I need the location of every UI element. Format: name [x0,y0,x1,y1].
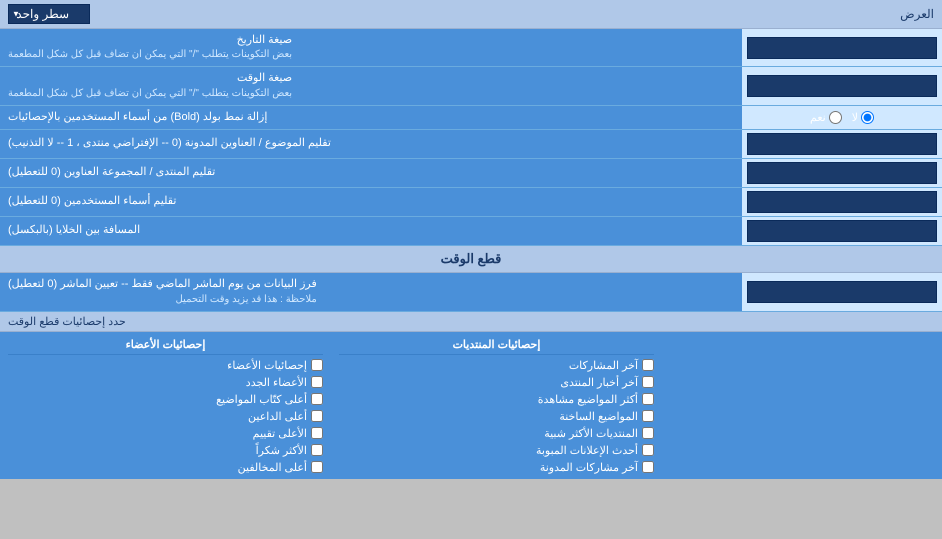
forum-order-input-cell: 33 [742,159,942,187]
stats-item: الأعلى تقييم [8,425,323,442]
cutoff-input[interactable]: 0 [747,281,937,303]
cutoff-input-cell: 0 [742,273,942,310]
topic-order-label: تقليم الموضوع / العناوين المدونة (0 -- ا… [0,130,742,158]
stat-cb-most-viewed[interactable] [642,393,654,405]
forum-order-label: تقليم المنتدى / المجموعة العناوين (0 للت… [0,159,742,187]
stats-columns: إحصائيات المنتديات آخر المشاركات آخر أخب… [0,332,942,479]
date-format-row: d-m صيغة التاريخ بعض التكوينات يتطلب "/"… [0,29,942,67]
stat-cb-member-stats[interactable] [311,359,323,371]
stats-item: آخر المشاركات [339,357,654,374]
bold-remove-input-cell: لا نعم [742,106,942,129]
stat-label-top-violators: أعلى المخالفين [238,461,307,474]
time-format-label: صيغة الوقت بعض التكوينات يتطلب "/" التي … [0,67,742,104]
stats-item: أكثر المواضيع مشاهدة [339,391,654,408]
cell-spacing-row: 2 المسافة بين الخلايا (بالبكسل) [0,217,942,246]
stat-cb-new-members[interactable] [311,376,323,388]
stat-label-blog-posts: آخر مشاركات المدونة [540,461,638,474]
stat-label-member-stats: إحصائيات الأعضاء [227,359,307,372]
stat-label-most-similar: المنتديات الأكثر شبية [544,427,638,440]
stat-cb-forum-news[interactable] [642,376,654,388]
stats-col1-header: إحصائيات المنتديات [339,335,654,355]
stat-cb-blog-posts[interactable] [642,461,654,473]
bold-remove-row: لا نعم إزالة نمط بولد (Bold) من أسماء ال… [0,106,942,130]
stats-header: حدد إحصائيات قطع الوقت [0,312,942,332]
stat-cb-top-inviters[interactable] [311,410,323,422]
topic-order-input[interactable]: 33 [747,133,937,155]
stat-label-most-thanked: الأكثر شكراً [256,444,307,457]
stat-label-hot-topics: المواضيع الساخنة [559,410,638,423]
bold-no-label[interactable]: لا [852,111,874,124]
stat-label-top-topic-writers: أعلى كتّاب المواضيع [216,393,307,406]
stats-item: أعلى كتّاب المواضيع [8,391,323,408]
cell-spacing-input-cell: 2 [742,217,942,245]
stats-item: أعلى المخالفين [8,459,323,476]
bold-no-radio[interactable] [861,111,874,124]
dropdown-wrapper[interactable]: سطر واحد سطرين ثلاثة أسطر [8,4,90,24]
user-names-row: 0 تقليم أسماء المستخدمين (0 للتعطيل) [0,188,942,217]
bold-radio-group: لا نعم [810,111,874,124]
date-format-input[interactable]: d-m [747,37,937,59]
cutoff-label: فرز البيانات من يوم الماشر الماضي فقط --… [0,273,742,310]
stat-label-most-viewed: أكثر المواضيع مشاهدة [538,393,638,406]
cutoff-section-header: قطع الوقت [0,246,942,273]
stat-label-latest-classified: أحدث الإعلانات المبوبة [536,444,638,457]
stat-label-last-posts: آخر المشاركات [569,359,638,372]
stat-cb-top-topic-writers[interactable] [311,393,323,405]
stats-col2: إحصائيات الأعضاء إحصائيات الأعضاء الأعضا… [0,332,331,479]
stat-label-top-inviters: أعلى الداعين [248,410,307,423]
cell-spacing-label: المسافة بين الخلايا (بالبكسل) [0,217,742,245]
forum-order-row: 33 تقليم المنتدى / المجموعة العناوين (0 … [0,159,942,188]
display-dropdown[interactable]: سطر واحد سطرين ثلاثة أسطر [8,4,90,24]
stats-col2-header: إحصائيات الأعضاء [8,335,323,355]
stats-col1: إحصائيات المنتديات آخر المشاركات آخر أخب… [331,332,662,479]
cell-spacing-input[interactable]: 2 [747,220,937,242]
stats-item: آخر مشاركات المدونة [339,459,654,476]
topic-order-input-cell: 33 [742,130,942,158]
stats-item: المواضيع الساخنة [339,408,654,425]
stats-right-space [662,332,942,479]
bold-yes-label[interactable]: نعم [810,111,842,124]
topic-order-row: 33 تقليم الموضوع / العناوين المدونة (0 -… [0,130,942,159]
forum-order-input[interactable]: 33 [747,162,937,184]
date-format-label: صيغة التاريخ بعض التكوينات يتطلب "/" الت… [0,29,742,66]
stats-item: الأكثر شكراً [8,442,323,459]
stat-cb-most-similar[interactable] [642,427,654,439]
stats-item: إحصائيات الأعضاء [8,357,323,374]
stat-cb-top-rated[interactable] [311,427,323,439]
display-header-row: العرض سطر واحد سطرين ثلاثة أسطر [0,0,942,29]
bold-yes-radio[interactable] [829,111,842,124]
user-names-label: تقليم أسماء المستخدمين (0 للتعطيل) [0,188,742,216]
stat-cb-latest-classified[interactable] [642,444,654,456]
bold-remove-label: إزالة نمط بولد (Bold) من أسماء المستخدمي… [0,106,742,129]
stat-cb-most-thanked[interactable] [311,444,323,456]
time-format-input[interactable]: H:i [747,75,937,97]
user-names-input-cell: 0 [742,188,942,216]
stats-item: المنتديات الأكثر شبية [339,425,654,442]
cutoff-row: 0 فرز البيانات من يوم الماشر الماضي فقط … [0,273,942,311]
stat-cb-last-posts[interactable] [642,359,654,371]
time-format-row: H:i صيغة الوقت بعض التكوينات يتطلب "/" ا… [0,67,942,105]
stat-label-forum-news: آخر أخبار المنتدى [560,376,638,389]
stats-title: حدد إحصائيات قطع الوقت [8,315,126,328]
stat-cb-top-violators[interactable] [311,461,323,473]
stat-label-top-rated: الأعلى تقييم [253,427,307,440]
stats-item: أعلى الداعين [8,408,323,425]
stat-label-new-members: الأعضاء الجدد [246,376,307,389]
user-names-input[interactable]: 0 [747,191,937,213]
stats-item: آخر أخبار المنتدى [339,374,654,391]
display-label: العرض [900,7,934,21]
date-format-input-cell: d-m [742,29,942,66]
stat-cb-hot-topics[interactable] [642,410,654,422]
stats-item: أحدث الإعلانات المبوبة [339,442,654,459]
time-format-input-cell: H:i [742,67,942,104]
stats-item: الأعضاء الجدد [8,374,323,391]
